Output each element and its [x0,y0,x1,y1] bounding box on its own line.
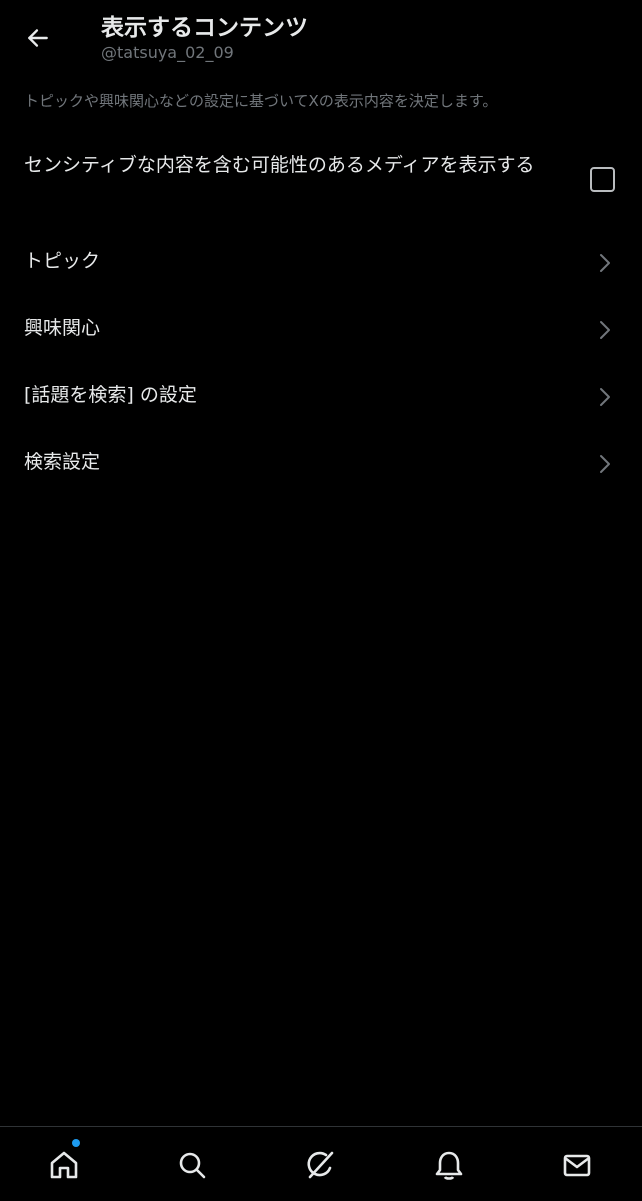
page-title: 表示するコンテンツ [101,15,308,41]
settings-description: トピックや興味関心などの設定に基づいてXの表示内容を決定します。 [24,92,498,110]
grok-icon [307,1151,334,1179]
bottom-nav [0,1126,642,1201]
chevron-right-icon [600,321,610,339]
settings-item-label: [話題を検索] の設定 [24,384,197,406]
nav-search-button[interactable] [174,1147,210,1183]
settings-item-label: 検索設定 [24,451,101,473]
settings-item-interests[interactable]: 興味関心 [0,299,642,359]
nav-messages-button[interactable] [559,1147,595,1183]
chevron-right-icon [600,254,610,272]
home-unread-dot [72,1139,80,1147]
sensitive-media-row[interactable]: センシティブな内容を含む可能性のあるメディアを表示する [0,146,642,214]
notifications-icon [435,1151,463,1180]
home-icon [50,1151,78,1179]
settings-item-label: トピック [24,250,101,272]
nav-grok-button[interactable] [302,1147,338,1183]
chevron-right-icon [600,388,610,406]
settings-item-search[interactable]: 検索設定 [0,433,642,493]
back-button[interactable] [18,18,58,58]
nav-notifications-button[interactable] [431,1147,467,1183]
chevron-right-icon [600,455,610,473]
sensitive-media-checkbox[interactable] [590,167,615,192]
search-icon [179,1152,206,1179]
messages-icon [563,1154,591,1177]
header: 表示するコンテンツ @tatsuya_02_09 [0,0,642,80]
back-arrow-icon [28,29,48,47]
settings-item-topics[interactable]: トピック [0,232,642,292]
settings-item-label: 興味関心 [24,317,101,339]
nav-home-button[interactable] [46,1147,82,1183]
account-handle: @tatsuya_02_09 [101,43,234,62]
sensitive-media-label: センシティブな内容を含む可能性のあるメディアを表示する [24,154,535,176]
settings-item-explore[interactable]: [話題を検索] の設定 [0,366,642,426]
